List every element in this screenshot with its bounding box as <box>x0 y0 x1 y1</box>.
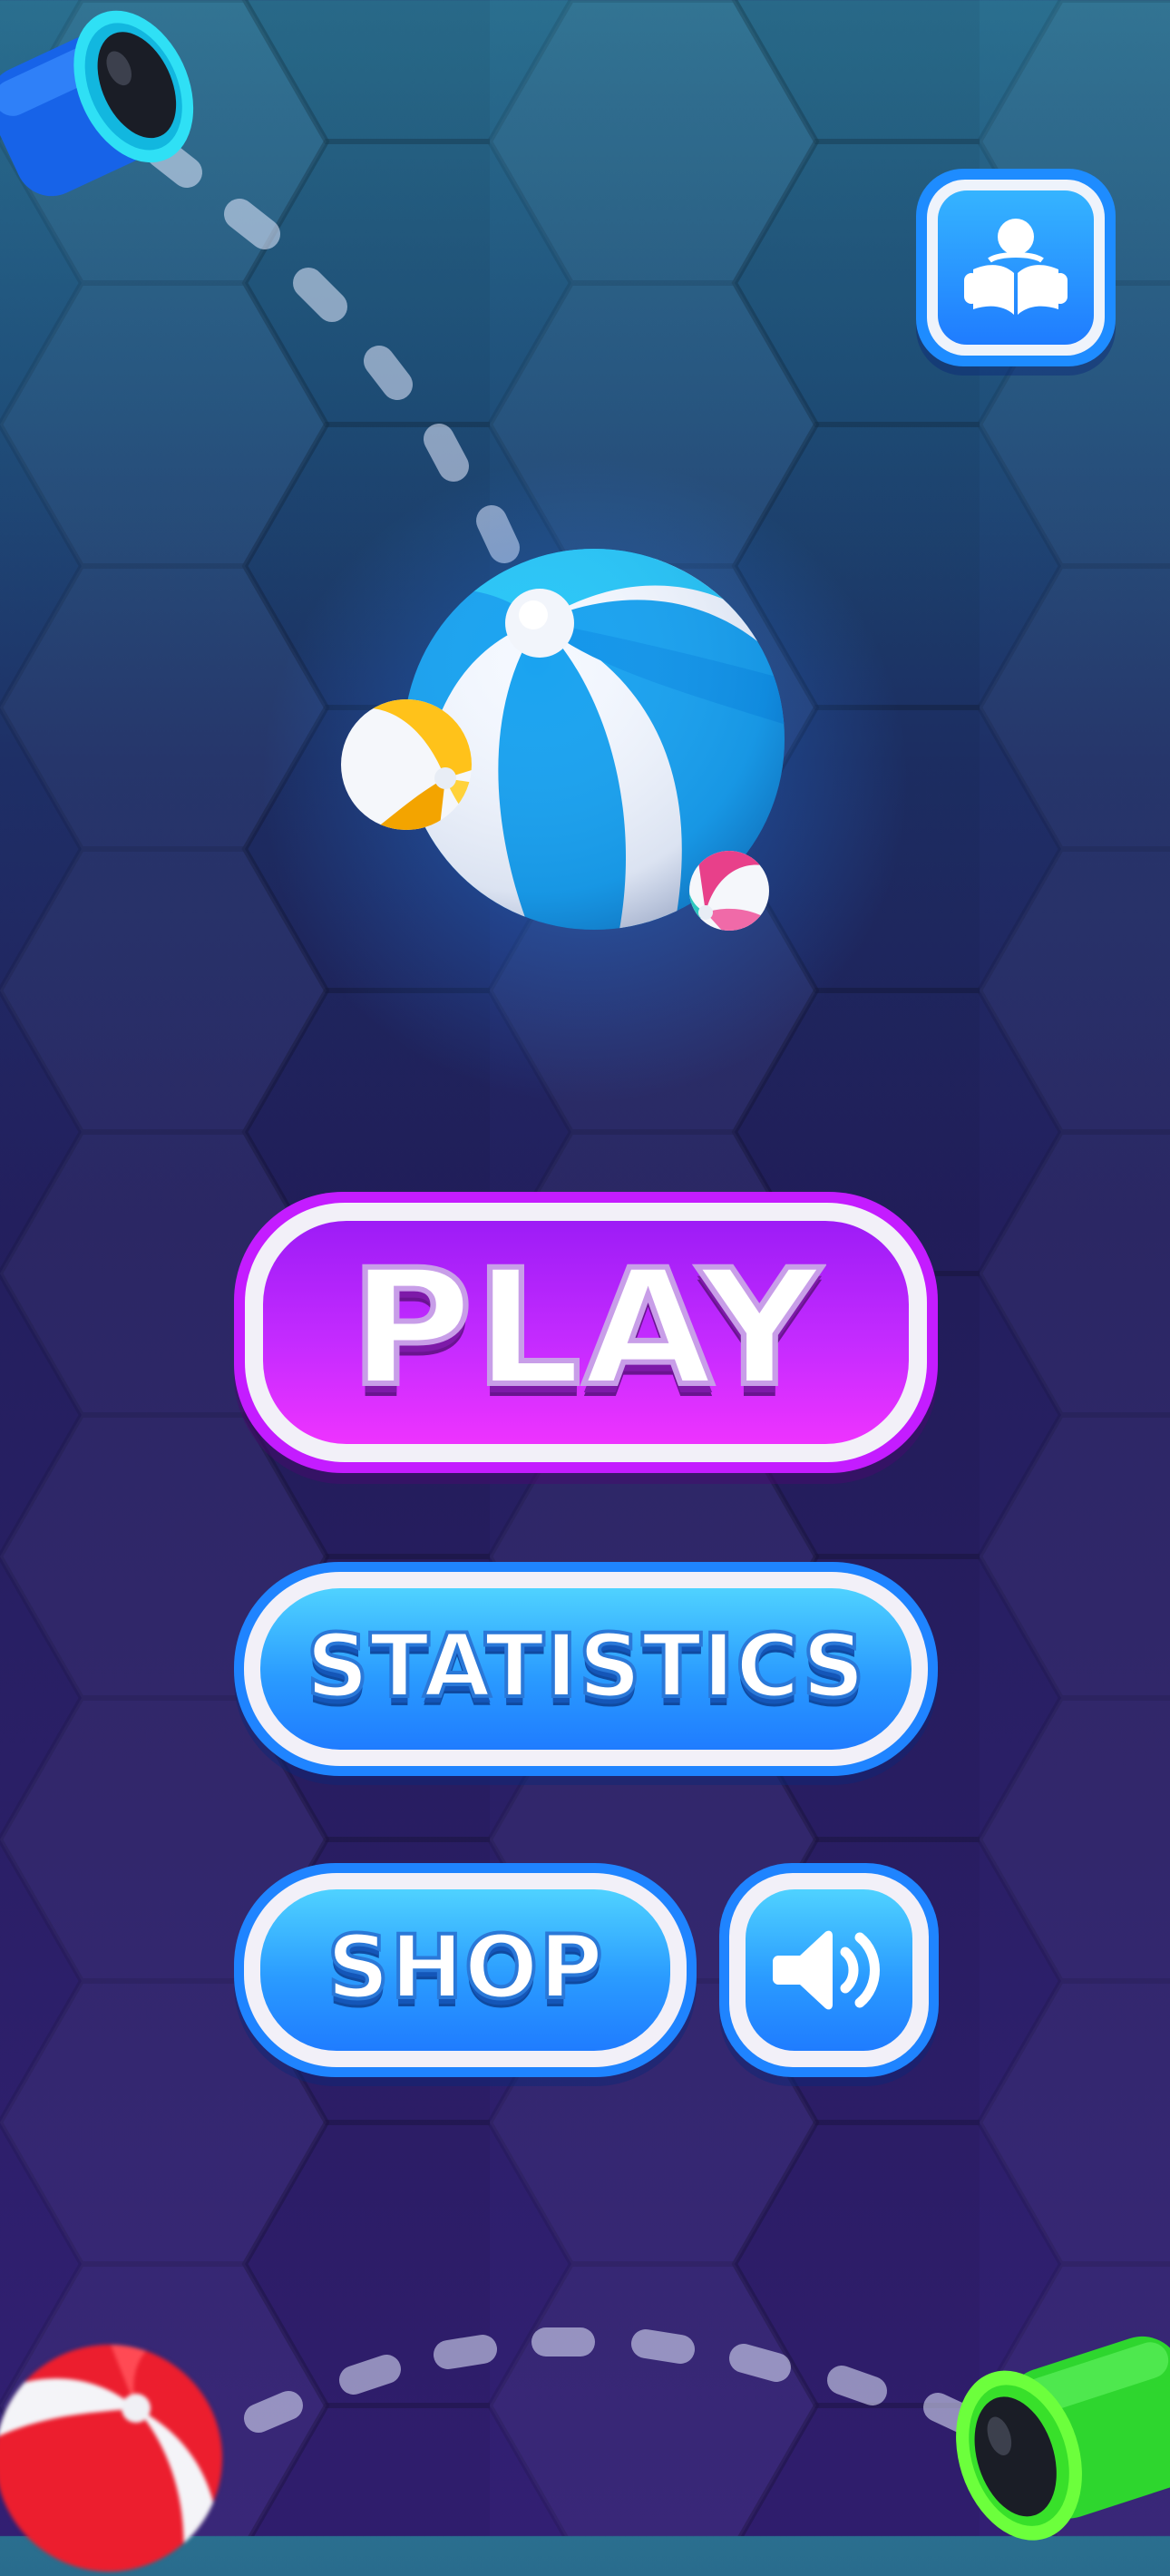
play-button-ring: PLAY <box>245 1203 927 1462</box>
sound-button-face <box>746 1889 912 2051</box>
statistics-button-label: STATISTICS <box>305 1614 867 1719</box>
shop-button[interactable]: SHOP <box>234 1863 697 2077</box>
sound-toggle-button[interactable] <box>719 1863 939 2077</box>
statistics-button-ring: STATISTICS <box>244 1572 928 1766</box>
shop-button-face: SHOP <box>260 1889 670 2051</box>
shop-button-label: SHOP <box>325 1915 604 2020</box>
statistics-button[interactable]: STATISTICS <box>234 1562 938 1776</box>
red-beach-ball <box>0 2345 222 2571</box>
blue-cannon <box>0 10 194 197</box>
reading-person-icon <box>964 219 1068 315</box>
play-button-face: PLAY <box>263 1221 909 1444</box>
play-button[interactable]: PLAY <box>234 1192 938 1473</box>
pink-beach-ball <box>689 851 769 931</box>
shop-button-ring: SHOP <box>244 1873 687 2067</box>
speaker-volume-icon <box>773 1930 880 2010</box>
tutorial-button-face <box>938 190 1094 345</box>
play-button-label: PLAY <box>346 1233 823 1424</box>
sound-button-ring <box>729 1873 929 2067</box>
statistics-button-face: STATISTICS <box>260 1588 912 1750</box>
green-cannon <box>956 2336 1170 2541</box>
yellow-beach-ball <box>341 699 472 830</box>
tutorial-button-ring <box>927 180 1105 356</box>
tutorial-button[interactable] <box>916 169 1116 366</box>
